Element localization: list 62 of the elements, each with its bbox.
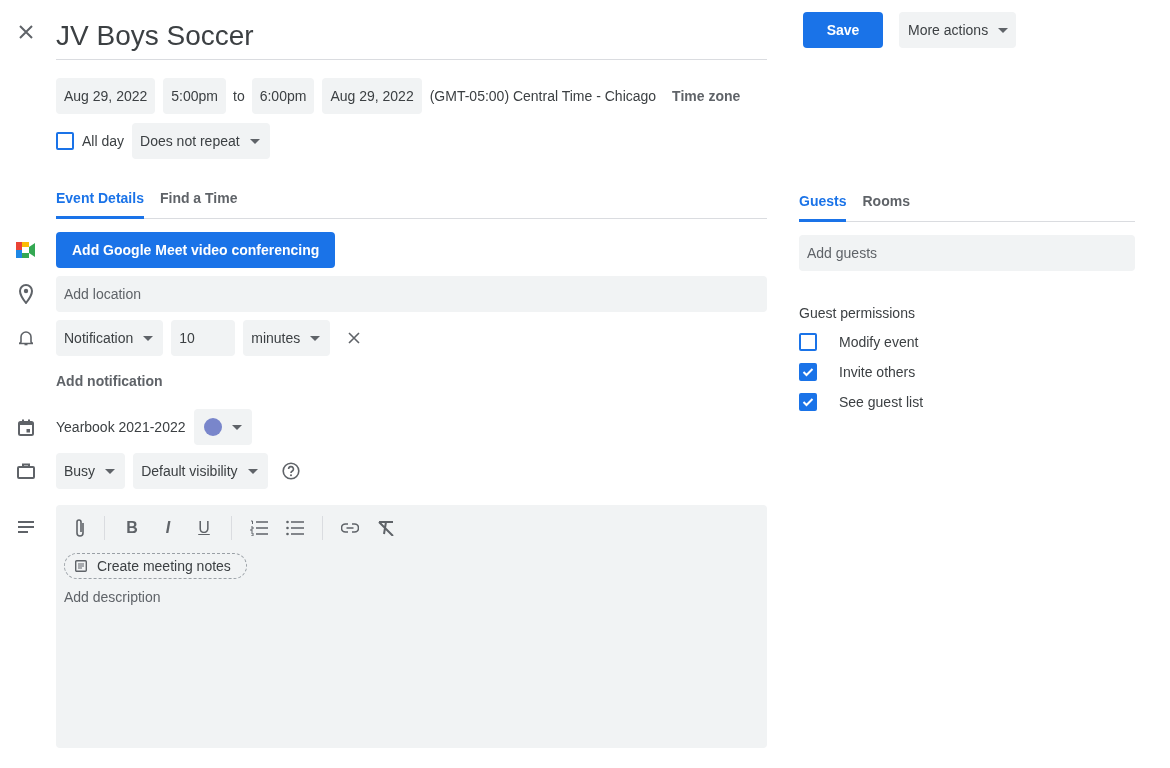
tab[interactable]: Find a Time	[159, 190, 238, 219]
bold-button[interactable]: B	[123, 519, 141, 537]
briefcase-icon	[17, 463, 35, 479]
caret-icon	[143, 335, 154, 341]
more-actions-button[interactable]: More actions	[899, 12, 1017, 48]
repeat-dropdown[interactable]: Does not repeat	[132, 123, 270, 159]
caret-icon	[249, 138, 260, 144]
caret-icon	[247, 468, 258, 474]
underline-button[interactable]: U	[195, 519, 213, 537]
tab[interactable]: Guests	[799, 193, 847, 222]
add-notification-button[interactable]: Add notification	[56, 373, 163, 389]
add-meet-button[interactable]: Add Google Meet video conferencing	[56, 232, 336, 268]
event-title-field[interactable]: JV Boys Soccer	[56, 0, 767, 60]
link-icon[interactable]	[341, 523, 359, 533]
visibility-dropdown[interactable]: Default visibility	[133, 453, 268, 489]
italic-button[interactable]: I	[159, 519, 177, 537]
caret-icon	[998, 27, 1009, 33]
permission-checkbox[interactable]	[799, 333, 817, 351]
caret-icon	[231, 424, 242, 430]
bulleted-list-icon[interactable]	[286, 520, 304, 536]
permission-label: Invite others	[839, 364, 916, 380]
all-day-label: All day	[82, 133, 125, 149]
availability-dropdown[interactable]: Busy	[56, 453, 126, 489]
to-label: to	[233, 88, 245, 104]
guest-permissions-heading: Guest permissions	[799, 305, 916, 321]
caret-icon	[310, 335, 321, 341]
permission-checkbox[interactable]	[799, 393, 817, 411]
clear-formatting-icon[interactable]	[377, 520, 395, 536]
close-icon[interactable]	[18, 24, 34, 40]
permission-label: See guest list	[839, 394, 924, 410]
calendar-icon	[18, 418, 34, 436]
description-icon	[18, 521, 34, 533]
calendar-name: Yearbook 2021-2022	[56, 419, 186, 435]
permission-checkbox[interactable]	[799, 363, 817, 381]
start-date-field[interactable]: Aug 29, 2022	[56, 78, 156, 114]
tab[interactable]: Rooms	[862, 193, 910, 222]
location-field[interactable]: Add location	[56, 276, 767, 312]
tab[interactable]: Event Details	[56, 190, 144, 219]
close-icon[interactable]	[348, 332, 361, 344]
location-pin-icon	[19, 284, 33, 304]
document-icon	[75, 560, 87, 572]
description-field[interactable]: Add description	[64, 589, 759, 729]
end-time-field[interactable]: 6:00pm	[251, 78, 315, 114]
timezone-label: (GMT-05:00) Central Time - Chicago	[429, 88, 657, 104]
help-icon[interactable]	[281, 462, 300, 480]
bell-icon	[19, 330, 33, 346]
notification-type-dropdown[interactable]: Notification	[56, 320, 164, 356]
start-time-field[interactable]: 5:00pm	[163, 78, 226, 114]
save-button[interactable]: Save	[803, 12, 883, 48]
end-date-field[interactable]: Aug 29, 2022	[322, 78, 422, 114]
color-dropdown[interactable]	[193, 409, 252, 445]
all-day-checkbox[interactable]	[56, 132, 74, 150]
timezone-button[interactable]: Time zone	[664, 88, 749, 104]
notification-unit-dropdown[interactable]: minutes	[243, 320, 331, 356]
paperclip-icon[interactable]	[74, 518, 86, 538]
caret-icon	[105, 468, 116, 474]
video-camera-icon	[16, 242, 36, 258]
permission-label: Modify event	[839, 334, 919, 350]
numbered-list-icon[interactable]	[250, 520, 268, 536]
description-editor[interactable]: B I U Create meeting notes Add description	[56, 505, 767, 748]
add-guests-field[interactable]: Add guests	[799, 235, 1135, 271]
notification-value-field[interactable]: 10	[171, 320, 236, 356]
